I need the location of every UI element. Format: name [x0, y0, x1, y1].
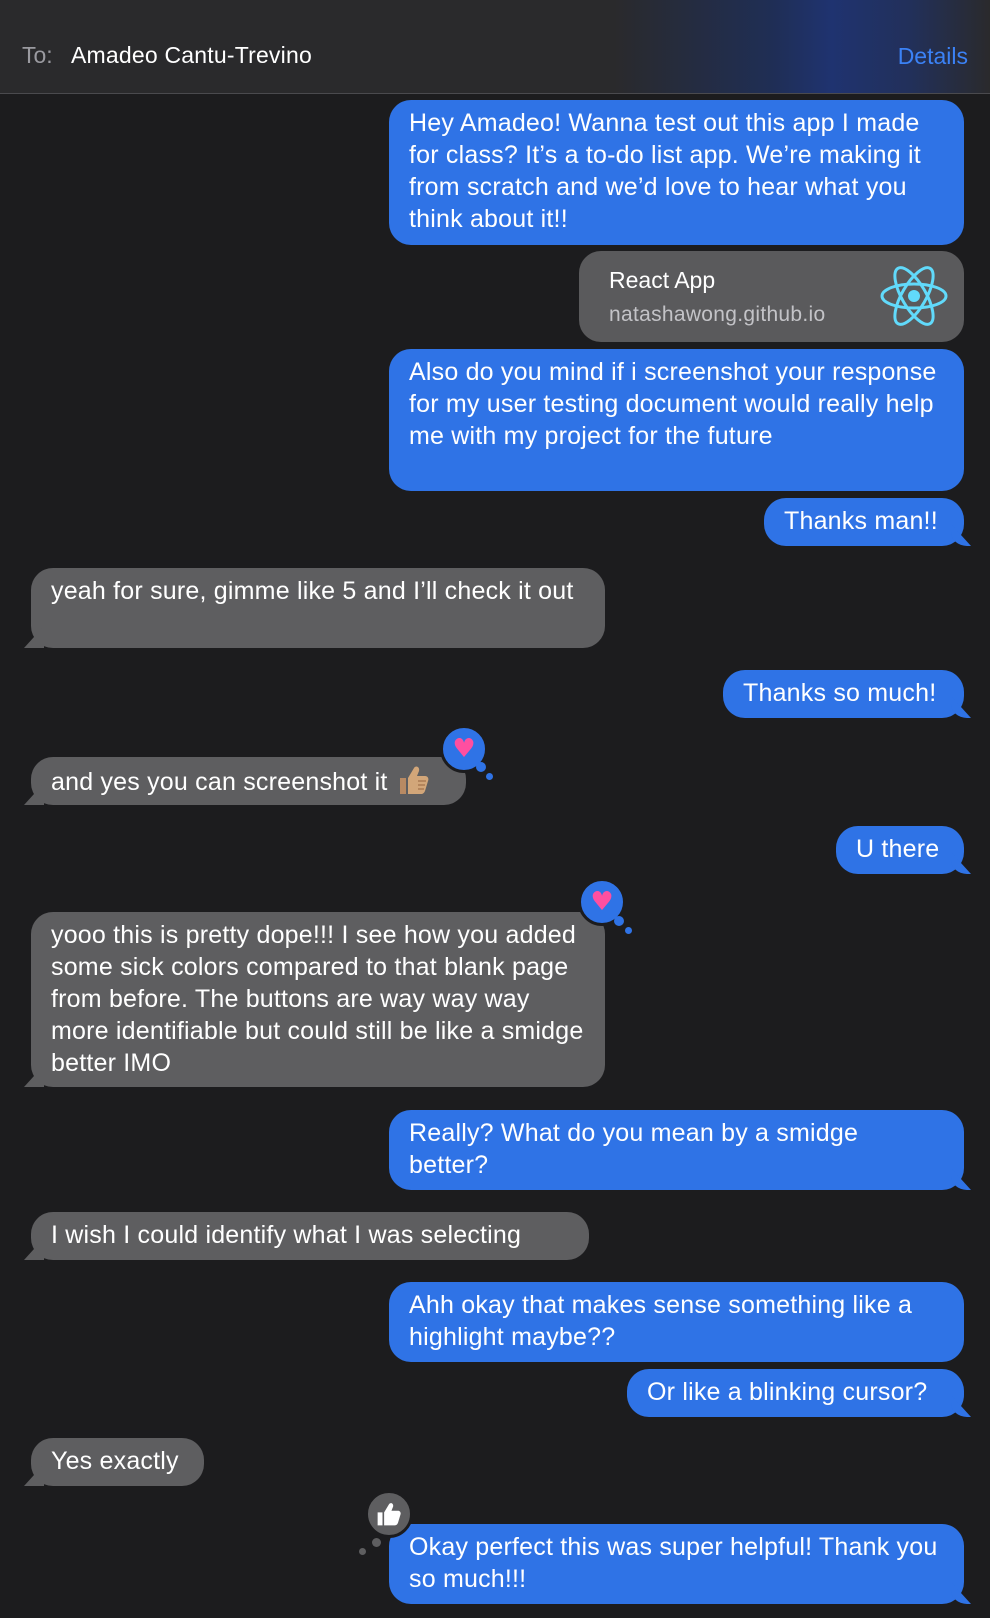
link-preview-domain: natashawong.github.io — [609, 303, 826, 326]
details-button[interactable]: Details — [898, 43, 968, 70]
incoming-message[interactable]: yooo this is pretty dope!!! I see how yo… — [31, 912, 605, 1087]
message-text: U there — [856, 835, 940, 863]
outgoing-message[interactable]: Ahh okay that makes sense something like… — [389, 1282, 964, 1362]
outgoing-message[interactable]: Hey Amadeo! Wanna test out this app I ma… — [389, 100, 964, 245]
message-text: Or like a blinking cursor? — [647, 1378, 928, 1406]
outgoing-message[interactable]: Thanks man!! — [764, 498, 964, 546]
link-preview-card[interactable]: React App natashawong.github.io — [579, 251, 964, 342]
message-text: Hey Amadeo! Wanna test out this app I ma… — [409, 109, 921, 233]
message-text: yooo this is pretty dope!!! I see how yo… — [51, 921, 584, 1077]
thumbs-up-reaction-badge[interactable] — [365, 1490, 413, 1538]
reaction-tail-dot — [625, 927, 632, 934]
recipient-name[interactable]: Amadeo Cantu-Trevino — [71, 42, 312, 69]
message-text: and yes you can screenshot it — [51, 768, 388, 796]
link-preview-title: React App — [609, 267, 716, 293]
outgoing-message[interactable]: Okay perfect this was super helpful! Tha… — [389, 1524, 964, 1604]
reaction-tail-dot — [486, 773, 493, 780]
message-text: Really? What do you mean by a smidge bet… — [409, 1119, 859, 1179]
incoming-message[interactable]: yeah for sure, gimme like 5 and I’ll che… — [31, 568, 605, 648]
reaction-tail-dot — [476, 762, 486, 772]
reaction-tail-dot — [372, 1538, 381, 1547]
outgoing-message[interactable]: U there — [836, 826, 964, 874]
message-text: yeah for sure, gimme like 5 and I’ll che… — [51, 577, 574, 605]
message-text: Ahh okay that makes sense something like… — [409, 1291, 913, 1351]
message-text: I wish I could identify what I was selec… — [51, 1221, 522, 1249]
message-text: Also do you mind if i screenshot your re… — [409, 358, 937, 450]
message-text: Thanks man!! — [784, 507, 938, 535]
thumbs-up-icon — [377, 1503, 401, 1526]
outgoing-message[interactable]: Really? What do you mean by a smidge bet… — [389, 1110, 964, 1190]
message-text: Yes exactly — [51, 1447, 179, 1475]
message-text: Okay perfect this was super helpful! Tha… — [409, 1533, 938, 1593]
incoming-message[interactable]: and yes you can screenshot it — [31, 757, 466, 805]
outgoing-message[interactable]: Also do you mind if i screenshot your re… — [389, 349, 964, 491]
incoming-message[interactable]: Yes exactly — [31, 1438, 204, 1486]
incoming-message[interactable]: I wish I could identify what I was selec… — [31, 1212, 589, 1260]
heart-icon: ♥ — [590, 887, 614, 917]
reaction-tail-dot — [359, 1548, 366, 1555]
to-label: To: — [22, 42, 53, 68]
outgoing-message[interactable]: Thanks so much! — [723, 670, 964, 718]
heart-icon: ♥ — [452, 734, 476, 764]
message-text: Thanks so much! — [743, 679, 937, 707]
react-logo-icon — [880, 266, 948, 326]
outgoing-message[interactable]: Or like a blinking cursor? — [627, 1369, 964, 1417]
reaction-tail-dot — [614, 916, 624, 926]
conversation-header: To: Amadeo Cantu-Trevino Details — [0, 0, 990, 94]
thumbs-up-icon — [399, 766, 429, 794]
